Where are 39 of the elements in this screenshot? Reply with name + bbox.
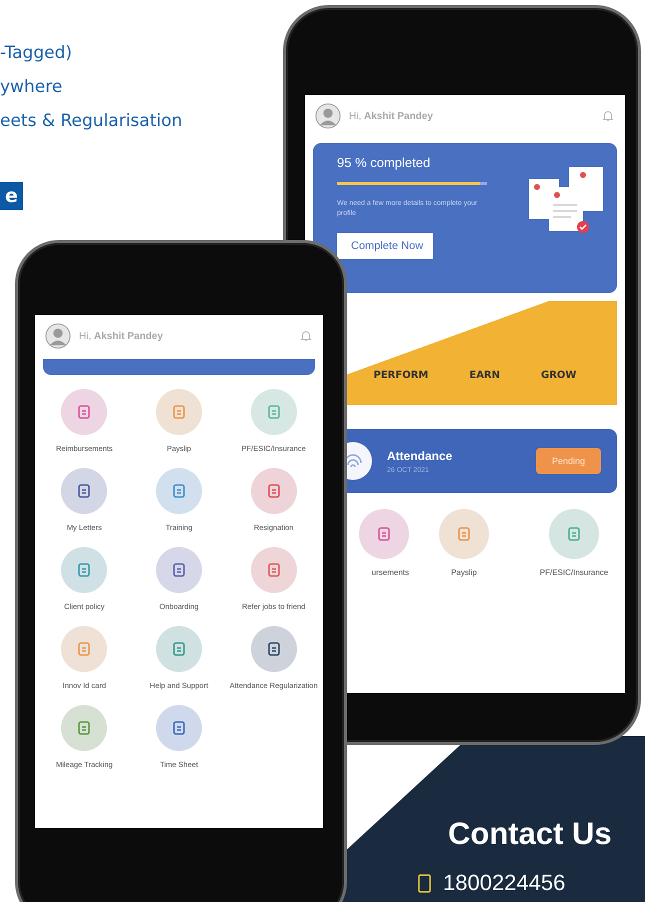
tile-button[interactable] xyxy=(549,509,599,559)
progress-title: 95 % completed xyxy=(337,155,430,170)
complete-now-button[interactable]: Complete Now xyxy=(337,233,434,259)
banner-word: GROW xyxy=(541,370,576,381)
avatar-icon xyxy=(315,103,341,129)
banner-word: PERFORM xyxy=(374,370,428,381)
tile-button[interactable] xyxy=(250,389,297,435)
feature-text: ywhere xyxy=(0,76,62,99)
tile-button[interactable] xyxy=(156,705,202,751)
tile-button[interactable] xyxy=(250,547,297,593)
tile-button[interactable] xyxy=(359,509,409,559)
greeting-text: Hi, Akshit Pandey xyxy=(79,330,164,342)
tile-button[interactable] xyxy=(156,626,202,672)
tile-label: PF/ESIC/Insurance xyxy=(540,567,608,578)
greeting-text: Hi, Akshit Pandey xyxy=(349,110,434,122)
attendance-title: Attendance xyxy=(387,448,454,462)
tile-label: ursements xyxy=(372,567,409,578)
tile-button[interactable] xyxy=(61,705,108,751)
contact-title: Contact Us xyxy=(448,816,612,852)
tile-button[interactable] xyxy=(250,468,297,514)
phone-number[interactable]: 1800224456 xyxy=(443,870,566,896)
bell-icon[interactable] xyxy=(299,329,313,343)
feature-text: eets & Regularisation xyxy=(0,110,182,133)
avatar-icon xyxy=(45,323,71,349)
tile-button[interactable] xyxy=(61,389,108,435)
tile-label: Payslip xyxy=(451,567,477,578)
banner-word: EARN xyxy=(469,370,500,381)
tile-button[interactable] xyxy=(156,468,202,514)
phone-icon xyxy=(418,874,431,892)
bell-icon[interactable] xyxy=(601,109,615,123)
tile-button[interactable] xyxy=(250,626,297,672)
cta-button[interactable]: e xyxy=(0,182,23,210)
tile-button[interactable] xyxy=(61,626,108,672)
tile-button[interactable] xyxy=(439,509,489,559)
tile-button[interactable] xyxy=(61,547,108,593)
tile-button[interactable] xyxy=(156,547,202,593)
tile-button[interactable] xyxy=(61,468,108,514)
feature-text: -Tagged) xyxy=(0,42,72,65)
tile-button[interactable] xyxy=(156,389,202,435)
